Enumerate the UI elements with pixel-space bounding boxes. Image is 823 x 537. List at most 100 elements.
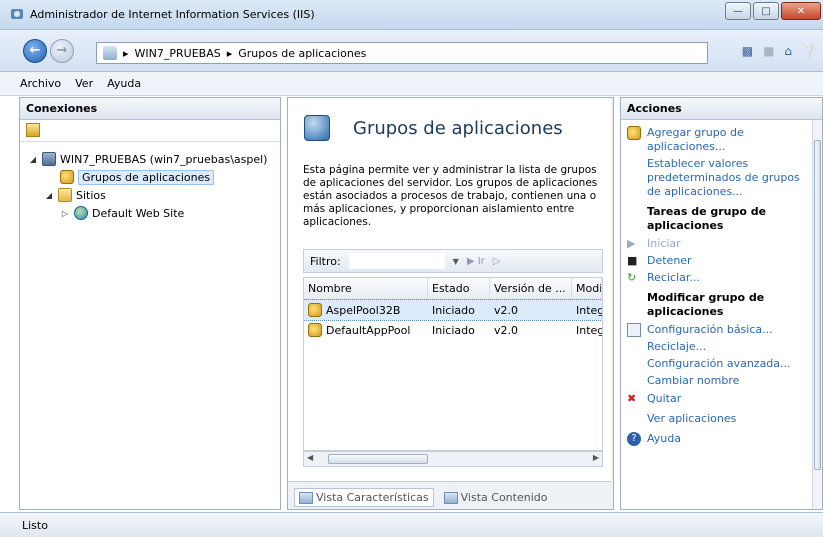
cell-mode: Integ (576, 323, 602, 337)
help-icon[interactable]: ❔ (802, 44, 817, 58)
menu-ayuda[interactable]: Ayuda (107, 77, 141, 90)
column-header-state[interactable]: Estado (428, 278, 490, 299)
cell-name: AspelPool32B (326, 303, 401, 317)
tree-item-label: WIN7_PRUEBAS (win7_pruebas\aspel) (60, 152, 268, 166)
table-row[interactable]: DefaultAppPool Iniciado v2.0 Integ (304, 320, 602, 340)
connections-header: Conexiones (20, 98, 280, 120)
content-view-icon (443, 491, 458, 504)
action-stop[interactable]: ■ Detener (627, 254, 816, 268)
connections-tree: ◢ WIN7_PRUEBAS (win7_pruebas\aspel) Grup… (20, 142, 280, 222)
column-header-name[interactable]: Nombre (304, 278, 428, 299)
minimize-button[interactable]: — (725, 2, 751, 20)
table-row[interactable]: AspelPool32B Iniciado v2.0 Integ (304, 299, 602, 321)
column-header-version[interactable]: Versión de ... (490, 278, 572, 299)
action-view-apps[interactable]: Ver aplicaciones (627, 412, 816, 426)
view-tabs: Vista Características Vista Contenido (294, 488, 551, 507)
tab-content-view[interactable]: Vista Contenido (440, 488, 552, 507)
breadcrumb-app-pools[interactable]: Grupos de aplicaciones (238, 47, 366, 60)
cell-version: v2.0 (494, 303, 519, 317)
close-button[interactable]: ✕ (781, 2, 821, 20)
iis-app-icon (10, 7, 24, 21)
menu-ver[interactable]: Ver (75, 77, 93, 90)
show-all-icon[interactable]: ▷ (493, 256, 501, 267)
action-set-defaults[interactable]: Establecer valores predeterminados de gr… (627, 157, 816, 199)
app-pools-page-icon (304, 115, 330, 141)
go-icon[interactable]: ▶ Ir (467, 256, 485, 267)
maximize-button[interactable]: □ (753, 2, 779, 20)
action-rename[interactable]: Cambiar nombre (627, 374, 816, 388)
actions-header: Acciones (621, 98, 822, 120)
cell-version: v2.0 (494, 323, 519, 337)
tree-item-default-web-site[interactable]: ▷ Default Web Site (20, 204, 280, 222)
collapse-icon[interactable]: ◢ (28, 155, 38, 164)
breadcrumb-server[interactable]: WIN7_PRUEBAS (135, 47, 221, 60)
action-link[interactable]: Agregar grupo de aplicaciones... (647, 126, 816, 154)
cell-state: Iniciado (432, 303, 475, 317)
action-recycling[interactable]: Reciclaje... (627, 340, 816, 354)
action-link[interactable]: Ver aplicaciones (647, 412, 736, 426)
home-icon[interactable]: ⌂ (784, 44, 792, 58)
menu-archivo[interactable]: Archivo (20, 77, 61, 90)
action-help[interactable]: ? Ayuda (627, 432, 816, 446)
scroll-right-icon[interactable]: ▶ (593, 453, 599, 462)
column-header-mode[interactable]: Modi (572, 278, 602, 299)
navigation-bar: ← → ▸ WIN7_PRUEBAS ▸ Grupos de aplicacio… (0, 30, 823, 72)
action-link[interactable]: Cambiar nombre (647, 374, 739, 388)
action-link[interactable]: Establecer valores predeterminados de gr… (647, 157, 816, 199)
back-button[interactable]: ← (23, 39, 47, 63)
action-recycle[interactable]: ↻ Reciclar... (627, 271, 816, 285)
title-bar: Administrador de Internet Information Se… (0, 0, 823, 30)
start-icon: ▶ (627, 237, 636, 250)
action-link[interactable]: Configuración avanzada... (647, 357, 791, 371)
tree-item-app-pools[interactable]: Grupos de aplicaciones (20, 168, 280, 186)
page-description: Esta página permite ver y administrar la… (303, 164, 598, 228)
stop-icon[interactable]: ■ (763, 44, 774, 58)
app-pool-icon (60, 170, 74, 184)
vertical-scrollbar[interactable] (812, 120, 822, 509)
tree-item-label: Sitios (76, 188, 106, 202)
tree-item-sites[interactable]: ◢ Sitios (20, 186, 280, 204)
action-link[interactable]: Detener (647, 254, 692, 268)
action-link[interactable]: Iniciar (647, 237, 681, 251)
network-icon[interactable]: ▩ (742, 44, 753, 58)
action-remove[interactable]: ✖ Quitar (627, 392, 816, 406)
expand-icon[interactable]: ▷ (60, 209, 70, 218)
scroll-left-icon[interactable]: ◀ (307, 453, 313, 462)
action-link[interactable]: Quitar (647, 392, 681, 406)
tab-features-view[interactable]: Vista Características (294, 488, 434, 507)
status-text: Listo (22, 519, 48, 532)
filter-dropdown-icon[interactable]: ▼ (453, 257, 459, 266)
filter-input[interactable] (348, 253, 445, 269)
window-title: Administrador de Internet Information Se… (30, 8, 315, 21)
stop-icon: ■ (627, 254, 638, 267)
grid-header: Nombre Estado Versión de ... Modi (304, 278, 602, 300)
connections-toolbar (20, 120, 280, 142)
action-start[interactable]: ▶ Iniciar (627, 237, 816, 251)
recycle-icon: ↻ (627, 271, 637, 284)
action-link[interactable]: Configuración básica... (647, 323, 773, 337)
action-link[interactable]: Ayuda (647, 432, 681, 446)
tree-item-server[interactable]: ◢ WIN7_PRUEBAS (win7_pruebas\aspel) (20, 150, 280, 168)
page-title: Grupos de aplicaciones (353, 118, 563, 139)
action-link[interactable]: Reciclar... (647, 271, 700, 285)
cell-state: Iniciado (432, 323, 475, 337)
app-pool-icon (308, 303, 322, 317)
section-header-modify-pool: Modificar grupo de aplicaciones (647, 291, 765, 318)
scroll-thumb[interactable] (328, 454, 428, 464)
breadcrumb-separator-icon: ▸ (123, 46, 129, 60)
scroll-thumb[interactable] (814, 140, 821, 470)
action-basic-settings[interactable]: Configuración básica... (627, 323, 816, 337)
new-connection-icon[interactable] (26, 123, 40, 137)
minimize-icon: — (733, 5, 743, 17)
collapse-icon[interactable]: ◢ (44, 191, 54, 200)
maximize-icon: □ (761, 5, 771, 17)
filter-bar: Filtro: ▼ ▶ Ir ▷ (303, 249, 603, 273)
status-bar: Listo (0, 512, 823, 537)
horizontal-scrollbar[interactable]: ◀ ▶ (303, 451, 603, 467)
address-bar[interactable]: ▸ WIN7_PRUEBAS ▸ Grupos de aplicaciones (96, 42, 708, 64)
forward-button[interactable]: → (50, 39, 74, 63)
globe-icon (74, 206, 88, 220)
action-link[interactable]: Reciclaje... (647, 340, 706, 354)
action-advanced-settings[interactable]: Configuración avanzada... (627, 357, 816, 371)
action-add-pool[interactable]: Agregar grupo de aplicaciones... (627, 126, 816, 154)
